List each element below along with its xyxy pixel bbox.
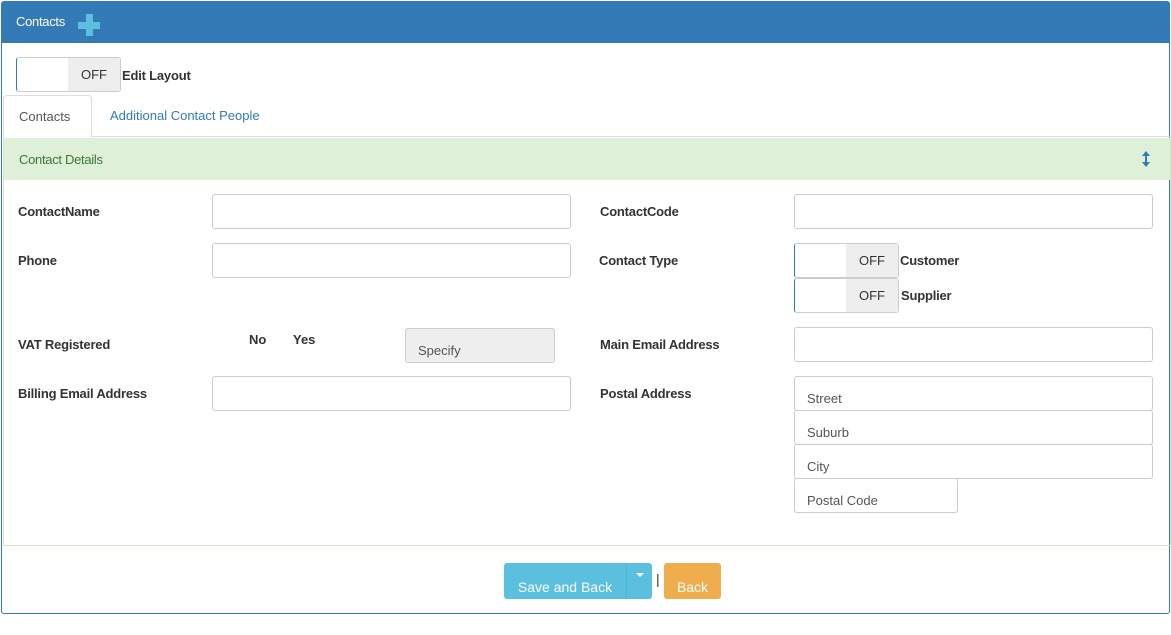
supplier-toggle-state: OFF [846,279,898,312]
customer-toggle-state: OFF [846,244,898,277]
vat-no-option[interactable]: No [249,332,266,347]
phone-label: Phone [18,253,57,268]
postal-code-input[interactable] [794,478,958,513]
main-email-input[interactable] [794,327,1153,362]
vat-yes-option[interactable]: Yes [293,332,315,347]
contact-code-input[interactable] [794,194,1153,229]
contact-type-label: Contact Type [599,253,678,268]
city-input[interactable] [794,444,1153,479]
contact-name-label: ContactName [18,204,100,219]
vat-specify-input [405,328,555,363]
supplier-toggle[interactable]: OFF [794,278,899,313]
billing-email-input[interactable] [212,376,571,411]
caret-down-icon [636,573,644,577]
contact-name-input[interactable] [212,194,571,229]
panel-heading: Contacts [2,2,1169,43]
street-input[interactable] [794,376,1153,411]
phone-input[interactable] [212,243,571,278]
tab-contacts[interactable]: Contacts [3,95,92,138]
customer-label: Customer [900,253,960,268]
billing-email-label: Billing Email Address [18,386,147,401]
postal-address-label: Postal Address [600,386,692,401]
section-title: Contact Details [19,152,103,167]
vat-registered-label: VAT Registered [18,337,111,352]
edit-layout-label: Edit Layout [122,68,191,83]
edit-layout-toggle[interactable]: OFF [16,57,121,92]
contact-code-label: ContactCode [600,204,679,219]
page-title: Contacts [16,14,65,29]
back-button[interactable]: Back [664,563,721,599]
edit-layout-toggle-state: OFF [68,58,120,91]
customer-toggle[interactable]: OFF [794,243,899,278]
supplier-label: Supplier [901,288,952,303]
main-email-label: Main Email Address [600,337,720,352]
contacts-panel: Contacts OFF Edit Layout Contacts Additi… [1,1,1171,614]
button-separator: | [656,571,660,587]
save-options-dropdown-button[interactable] [626,563,652,599]
save-and-back-button[interactable]: Save and Back [504,563,626,599]
suburb-input[interactable] [794,410,1153,445]
tab-additional-contact-people[interactable]: Additional Contact People [95,95,275,138]
plus-icon[interactable] [78,14,100,36]
contact-details-heading[interactable]: Contact Details [4,138,1170,180]
resize-vertical-icon[interactable] [1142,151,1150,167]
tab-bar: Contacts Additional Contact People [3,95,1171,138]
